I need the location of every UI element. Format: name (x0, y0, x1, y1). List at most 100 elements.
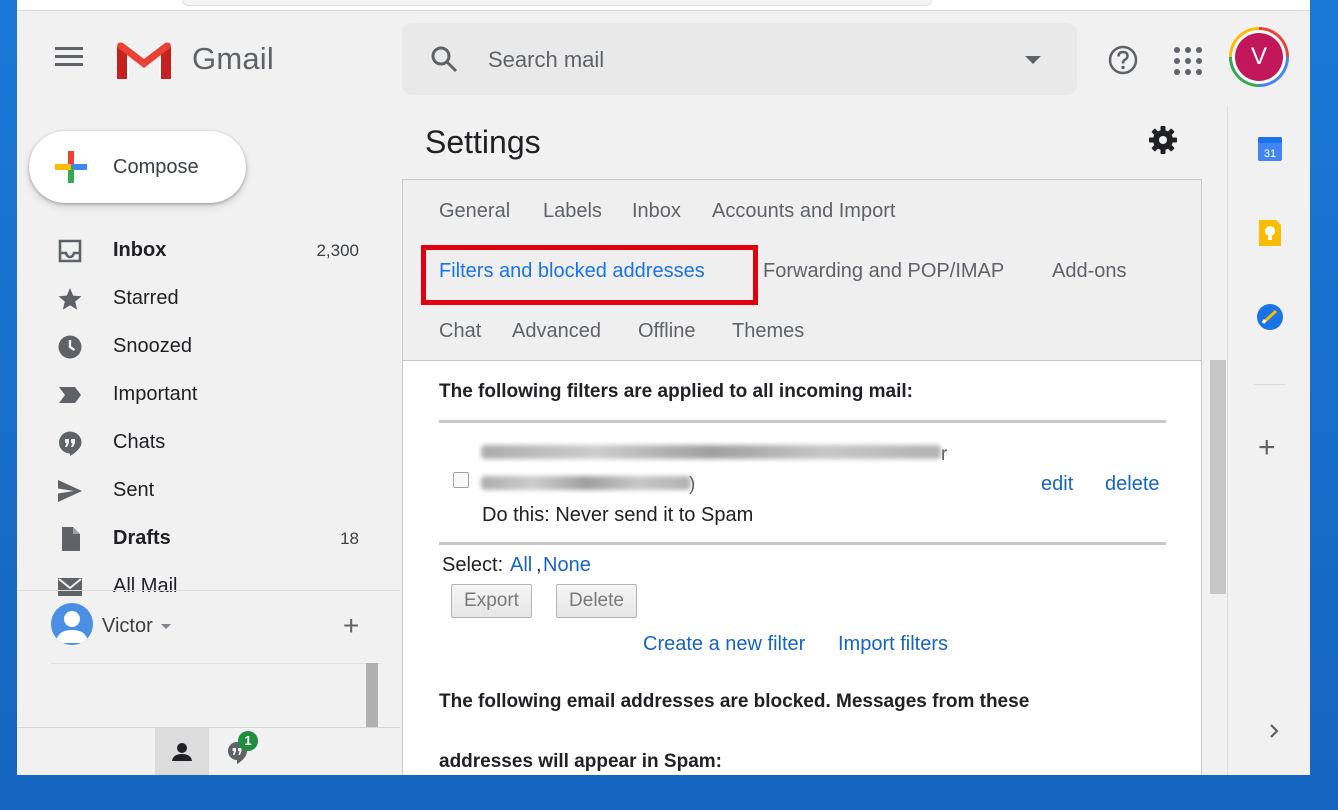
filter-checkbox[interactable] (453, 472, 469, 488)
blocked-heading-continued: addresses will appear in Spam: (439, 751, 722, 772)
help-icon[interactable] (1107, 44, 1139, 76)
keep-icon[interactable] (1255, 218, 1285, 248)
important-icon (59, 387, 81, 403)
address-bar[interactable] (182, 0, 932, 6)
hangouts-user-name[interactable]: Victor (102, 615, 153, 638)
import-filters-link[interactable]: Import filters (838, 633, 948, 656)
tasks-icon[interactable] (1255, 302, 1285, 332)
apps-grid-icon[interactable] (1172, 45, 1202, 75)
gmail-brand-text: Gmail (192, 41, 274, 76)
hangouts-contact-list (51, 663, 381, 727)
edit-filter-link[interactable]: edit (1041, 473, 1073, 496)
divider (17, 590, 400, 591)
contacts-tab[interactable] (155, 728, 209, 775)
inbox-icon (58, 239, 82, 263)
nav-label: Snoozed (113, 335, 192, 357)
unread-chat-badge: 1 (238, 731, 258, 751)
blurred-filter-criteria (481, 445, 941, 459)
nav-item-chats[interactable]: Chats (17, 418, 400, 466)
settings-tabs: General Labels Inbox Accounts and Import… (403, 180, 1201, 361)
tab-offline[interactable]: Offline (638, 320, 695, 343)
compose-label: Compose (113, 156, 199, 178)
blocked-heading: The following email addresses are blocke… (439, 691, 1030, 712)
gear-icon[interactable] (1147, 124, 1179, 156)
browser-toolbar (17, 0, 1310, 11)
filters-content: The following filters are applied to all… (403, 361, 1201, 775)
nav-label: Starred (113, 287, 179, 309)
calendar-day: 31 (1264, 148, 1276, 160)
browser-window: Gmail Search mail V Compose Inbox 2,300 … (17, 0, 1310, 775)
delete-filter-link[interactable]: delete (1105, 473, 1160, 496)
tab-labels[interactable]: Labels (543, 200, 602, 223)
export-button[interactable]: Export (451, 584, 532, 618)
gmail-logo-icon[interactable] (115, 39, 173, 81)
add-contact-icon[interactable]: + (343, 612, 359, 640)
main-menu-icon[interactable] (55, 47, 85, 71)
tab-chat[interactable]: Chat (439, 320, 481, 343)
nav-item-starred[interactable]: Starred (17, 274, 400, 322)
app-header: Gmail Search mail V (17, 11, 1310, 107)
settings-scrollbar[interactable] (1210, 360, 1226, 594)
nav-item-snoozed[interactable]: Snoozed (17, 322, 400, 370)
page-title: Settings (425, 124, 541, 160)
tab-filters-and-blocked-addresses[interactable]: Filters and blocked addresses (439, 260, 705, 283)
status-caret-icon[interactable] (161, 624, 171, 629)
nav-label: Inbox (113, 239, 167, 261)
nav-item-inbox[interactable]: Inbox 2,300 (17, 226, 400, 274)
nav-label: Drafts (113, 527, 171, 549)
tab-inbox[interactable]: Inbox (632, 200, 681, 223)
nav-label: Chats (113, 431, 166, 453)
divider (439, 420, 1166, 423)
nav-count: 2,300 (316, 241, 359, 260)
account-avatar[interactable]: V (1229, 27, 1289, 87)
search-icon[interactable] (430, 45, 458, 73)
filters-heading: The following filters are applied to all… (439, 381, 913, 402)
hangouts-user-row: Victor + (17, 598, 400, 654)
nav-item-drafts[interactable]: Drafts 18 (17, 514, 400, 562)
hangouts-avatar[interactable] (51, 603, 93, 645)
settings-panel: General Labels Inbox Accounts and Import… (402, 179, 1202, 775)
filter-email-fragment: ) (689, 474, 696, 495)
tab-accounts-and-import[interactable]: Accounts and Import (712, 200, 895, 223)
compose-button[interactable]: Compose (29, 131, 246, 203)
blurred-filter-email (481, 476, 691, 490)
draft-icon (62, 527, 80, 551)
nav-count: 18 (340, 529, 359, 548)
select-all-link[interactable]: All (510, 554, 532, 577)
tab-advanced[interactable]: Advanced (512, 320, 601, 343)
tab-forwarding-pop-imap[interactable]: Forwarding and POP/IMAP (763, 260, 1004, 283)
side-panel: 31 + (1227, 107, 1310, 775)
nav-label: All Mail (113, 575, 178, 596)
compose-plus-icon (55, 151, 87, 183)
add-icon[interactable]: + (1258, 433, 1276, 463)
chevron-right-icon[interactable] (1264, 721, 1284, 741)
nav-item-sent[interactable]: Sent (17, 466, 400, 514)
nav-label: Sent (113, 479, 155, 501)
calendar-icon[interactable]: 31 (1255, 134, 1285, 164)
mail-icon (58, 578, 82, 596)
filter-criteria-fragment: r (941, 444, 948, 465)
hangouts-bottom-tabs (17, 727, 400, 775)
tab-themes[interactable]: Themes (732, 320, 804, 343)
delete-button[interactable]: Delete (556, 584, 637, 618)
search-bar[interactable]: Search mail (402, 23, 1077, 95)
nav-label: Important (113, 383, 198, 405)
select-label: Select: (442, 554, 504, 576)
nav-item-important[interactable]: Important (17, 370, 400, 418)
clock-icon (58, 335, 82, 359)
avatar-initial: V (1235, 33, 1283, 81)
create-filter-link[interactable]: Create a new filter (643, 633, 805, 656)
search-options-caret-icon[interactable] (1025, 56, 1041, 64)
select-separator: , (536, 554, 542, 576)
search-input[interactable]: Search mail (488, 47, 604, 73)
tab-add-ons[interactable]: Add-ons (1052, 260, 1127, 283)
folder-list: Inbox 2,300 Starred Snoozed Important Ch… (17, 226, 400, 596)
send-icon (58, 480, 82, 502)
person-icon (56, 611, 88, 643)
divider (1254, 384, 1286, 385)
hangouts-scrollbar[interactable] (366, 663, 378, 727)
tab-general[interactable]: General (439, 200, 510, 223)
filter-action: Do this: Never send it to Spam (482, 504, 754, 526)
select-none-link[interactable]: None (543, 554, 591, 577)
star-icon (58, 288, 82, 310)
